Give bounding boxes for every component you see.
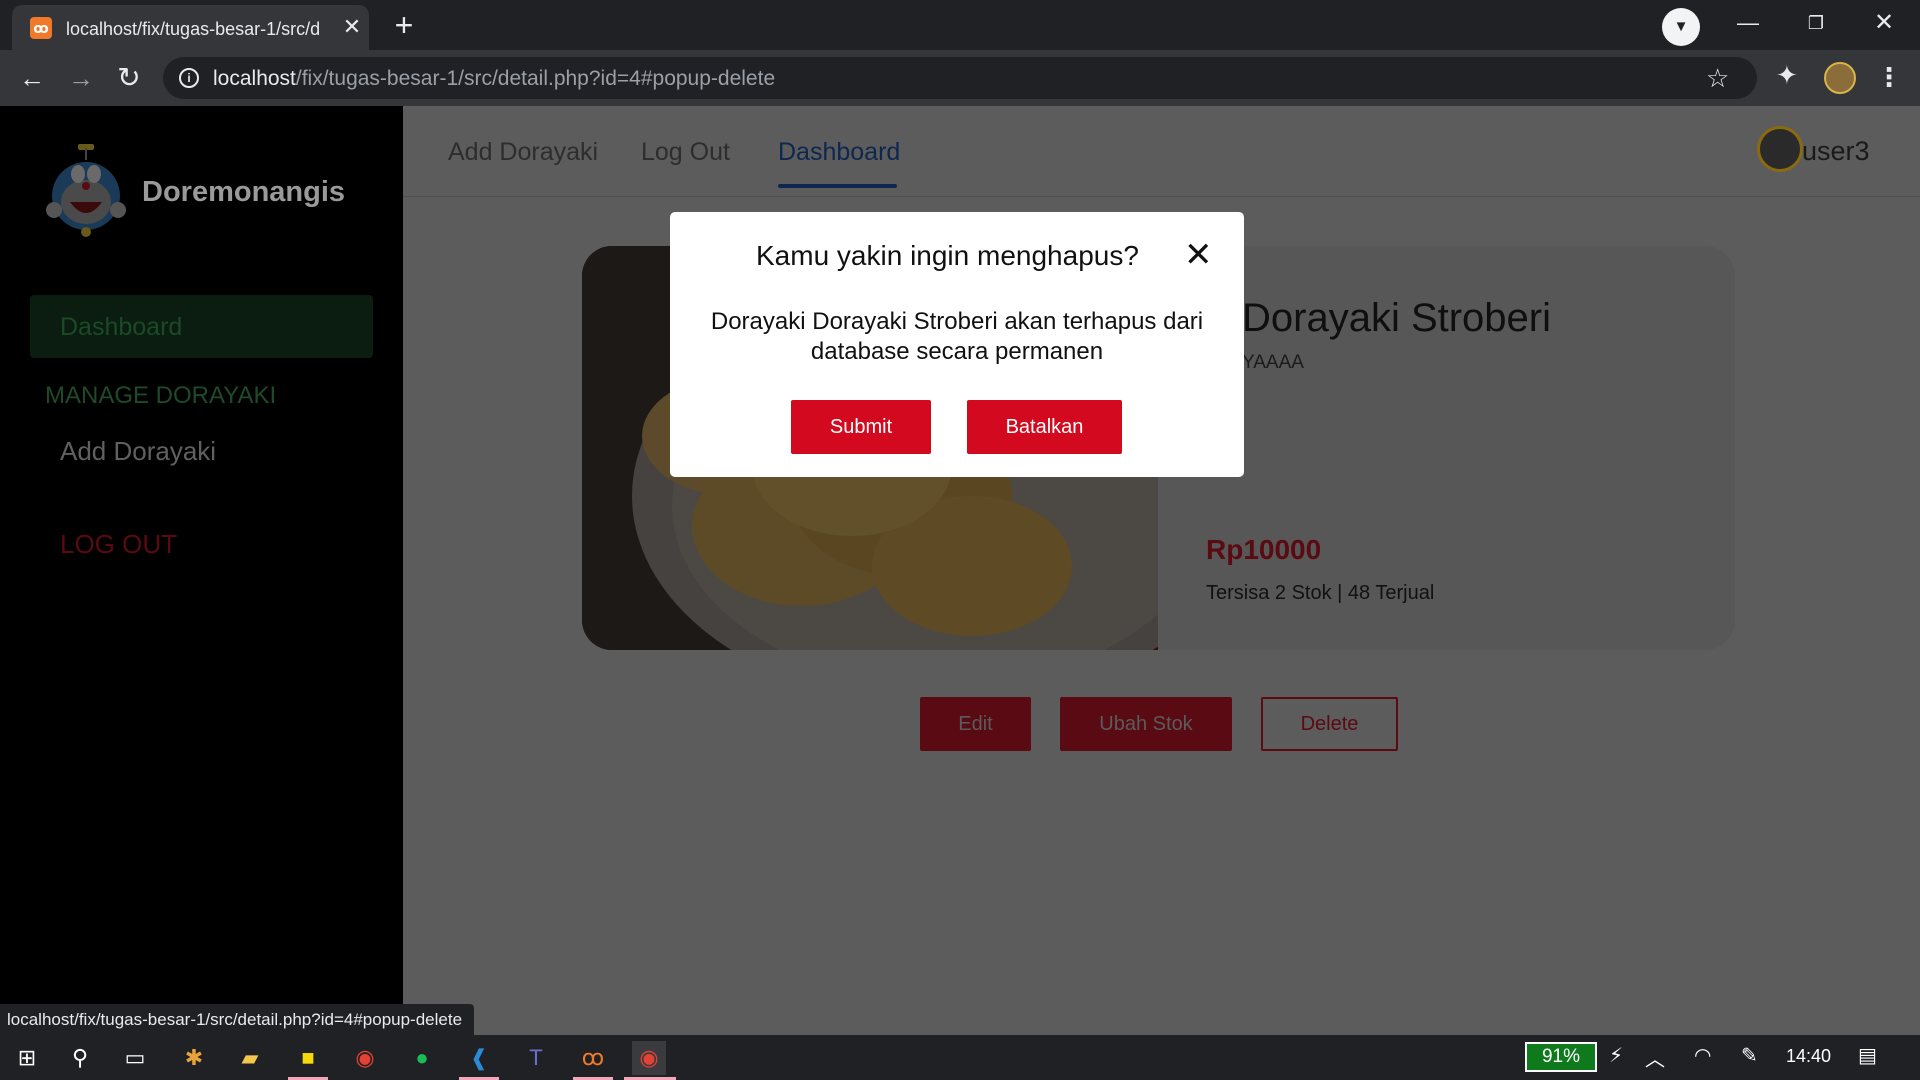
user-name[interactable]: user3 [1802,136,1870,167]
task-view-icon[interactable]: ▭ [118,1041,152,1075]
xampp-icon: ꝏ [30,17,52,39]
profile-avatar-icon[interactable] [1824,62,1856,94]
tab-add-dorayaki[interactable]: Add Dorayaki [448,138,598,167]
chrome-active-icon[interactable]: ◉ [632,1041,666,1075]
delete-button[interactable]: Delete [1261,697,1398,751]
doraemon-logo [46,144,126,237]
address-bar[interactable]: i localhost/fix/tugas-besar-1/src/detail… [163,57,1757,99]
delete-confirm-dialog: Kamu yakin ingin menghapus? ✕ Dorayaki D… [670,212,1244,477]
product-stock: Tersisa 2 Stok | 48 Terjual [1206,582,1435,604]
windows-start-icon[interactable]: ⊞ [10,1041,44,1075]
dialog-title: Kamu yakin ingin menghapus? [756,240,1139,271]
window-minimize-button[interactable]: — [1726,6,1770,40]
browser-toolbar: ← → ↻ i localhost/fix/tugas-besar-1/src/… [0,50,1920,106]
sidebar-section-heading: MANAGE DORAYAKI [45,382,277,409]
tab-title: localhost/fix/tugas-besar-1/src/d [66,19,321,39]
xampp-icon[interactable]: ꝏ [576,1041,610,1075]
brand-name: Doremonangis [142,176,346,208]
windows-taskbar: ⊞ ⚲ ▭ ✱ ▰ ■ ◉ ● ❰ T ꝏ ◉ 91% ⚡ ︿ ◠ ✎ 14:4… [0,1035,1920,1080]
clock[interactable]: 14:40 [1786,1046,1831,1067]
change-stock-button[interactable]: Ubah Stok [1060,697,1232,751]
sidebar-item-logout[interactable]: LOG OUT [60,529,177,560]
slack-icon[interactable]: ✱ [177,1041,211,1075]
sidebar-item-dashboard[interactable]: Dashboard [30,295,373,358]
web-page: Doremonangis Dashboard MANAGE DORAYAKI A… [0,106,1920,1035]
sticky-notes-icon[interactable]: ■ [291,1041,325,1075]
sidebar: Doremonangis Dashboard MANAGE DORAYAKI A… [0,106,403,1035]
url-host: localhost [213,67,296,90]
vscode-icon[interactable]: ❰ [462,1041,496,1075]
tab-search-icon[interactable]: ▼ [1662,8,1700,46]
bookmark-star-icon[interactable]: ☆ [1706,63,1729,94]
extensions-puzzle-icon[interactable]: ✦ [1776,60,1798,91]
power-plug-icon: ⚡ [1609,1045,1624,1067]
file-explorer-icon[interactable]: ▰ [233,1041,267,1075]
pen-icon[interactable]: ✎ [1741,1043,1758,1068]
spotify-icon[interactable]: ● [405,1041,439,1075]
sidebar-item-label: Dashboard [60,313,183,341]
user-avatar[interactable] [1757,126,1803,172]
notification-icon[interactable]: ▤ [1858,1043,1877,1068]
url-text[interactable]: localhost/fix/tugas-besar-1/src/detail.p… [213,67,775,91]
back-arrow-icon[interactable]: ← [15,61,49,95]
browser-menu-icon[interactable]: ⋮ [1876,62,1902,92]
battery-indicator[interactable]: 91% [1525,1042,1597,1072]
chevron-up-icon[interactable]: ︿ [1645,1043,1665,1072]
search-icon[interactable]: ⚲ [63,1041,97,1075]
status-bar-url: localhost/fix/tugas-besar-1/src/detail.p… [0,1004,475,1035]
product-price: Rp10000 [1206,534,1322,565]
forward-arrow-icon[interactable]: → [64,61,98,95]
teams-icon[interactable]: T [519,1041,553,1075]
reload-icon[interactable]: ↻ [112,61,146,95]
window-close-button[interactable]: ✕ [1862,6,1906,40]
sidebar-item-add-dorayaki[interactable]: Add Dorayaki [60,436,216,467]
url-path: /fix/tugas-besar-1/src/detail.php?id=4#p… [295,67,776,90]
edit-button[interactable]: Edit [920,697,1031,751]
browser-tab[interactable]: ꝏ localhost/fix/tugas-besar-1/src/d ✕ [12,5,369,50]
product-name: Dorayaki Stroberi [1242,296,1552,340]
window-restore-button[interactable]: ❐ [1794,6,1838,40]
product-description: YAAAA [1242,352,1304,373]
browser-tabbar: ꝏ localhost/fix/tugas-besar-1/src/d ✕ + … [0,0,1920,50]
submit-button[interactable]: Submit [791,400,931,454]
tab-close-icon[interactable]: ✕ [340,15,364,39]
close-icon[interactable]: ✕ [1184,238,1213,272]
tab-log-out[interactable]: Log Out [641,138,730,167]
top-navigation: Add Dorayaki Log Out Dashboard user3 [403,106,1920,197]
new-tab-button[interactable]: + [384,7,424,45]
wifi-icon[interactable]: ◠ [1694,1043,1711,1068]
active-tab-indicator [778,184,897,188]
dialog-message: Dorayaki Dorayaki Stroberi akan terhapus… [710,308,1204,365]
tab-dashboard[interactable]: Dashboard [778,138,900,167]
cancel-button[interactable]: Batalkan [967,400,1122,454]
site-info-icon[interactable]: i [179,68,199,88]
chrome-icon[interactable]: ◉ [348,1041,382,1075]
